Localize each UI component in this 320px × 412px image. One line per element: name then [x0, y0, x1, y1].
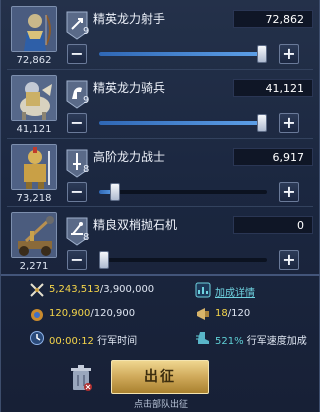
march-time-value: 00:00:12 [49, 336, 94, 347]
chart-bonus-icon [195, 282, 211, 298]
bonus-details-link[interactable]: 加成详情 [215, 284, 255, 299]
power-max: /3,900,000 [99, 284, 155, 295]
quantity-input[interactable]: 72,862 [233, 10, 313, 28]
march-stats: 5,243,513/3,900,000 加成详情 120,900/120,900… [1, 278, 320, 360]
speed-bonus-label: 行军速度加成 [246, 336, 307, 347]
quantity-input[interactable]: 6,917 [233, 148, 313, 166]
boot-speed-icon [195, 330, 211, 346]
cavalry-portrait-icon[interactable] [11, 75, 57, 121]
queue-max: /120 [227, 308, 251, 319]
divider [7, 138, 313, 139]
slider-fill [99, 121, 267, 125]
quantity-slider[interactable] [99, 45, 267, 63]
clock-icon [29, 330, 45, 346]
increase-button[interactable]: + [279, 44, 299, 64]
troop-count: 41,121 [16, 124, 52, 135]
quantity-input[interactable]: 0 [233, 216, 313, 234]
catapult-portrait-icon[interactable] [11, 212, 57, 258]
slider-handle[interactable] [257, 45, 267, 63]
divider [7, 69, 313, 70]
load-max: /120,900 [90, 308, 136, 319]
troop-name: 精英龙力射手 [93, 12, 166, 26]
horn-icon [195, 306, 211, 322]
footer-divider [1, 274, 320, 276]
decrease-button[interactable]: − [67, 113, 87, 133]
increase-button[interactable]: + [279, 182, 299, 202]
tier-level: 9 [83, 26, 90, 37]
troop-row: 41,121 9 精英龙力骑兵 41,121 − + [1, 71, 320, 137]
march-hint: 点击部队出征 [133, 400, 188, 410]
load-value: 120,900 [49, 308, 91, 319]
tier-level: 8 [83, 232, 90, 243]
warrior-portrait-icon[interactable] [11, 144, 57, 190]
slider-fill [99, 52, 267, 56]
archer-portrait-icon[interactable] [11, 6, 57, 52]
decrease-button[interactable]: − [67, 182, 87, 202]
slider-handle[interactable] [109, 183, 120, 201]
quantity-input[interactable]: 41,121 [233, 79, 313, 97]
troop-name: 精良双梢抛石机 [93, 218, 178, 232]
troop-count: 2,271 [19, 261, 49, 272]
march-button[interactable]: 出征 [111, 360, 209, 394]
march-time-label: 行军时间 [97, 336, 138, 347]
decrease-button[interactable]: − [67, 44, 87, 64]
troop-row: 2,271 8 精良双梢抛石机 0 − + [1, 208, 320, 274]
troop-name: 精英龙力骑兵 [93, 81, 166, 95]
slider-handle[interactable] [99, 251, 109, 269]
resource-bag-icon [29, 306, 45, 322]
tier-level: 8 [83, 164, 90, 175]
power-value: 5,243,513 [49, 284, 100, 295]
speed-bonus-value: 521% [215, 336, 244, 347]
troop-count: 72,862 [16, 55, 52, 66]
increase-button[interactable]: + [279, 250, 299, 270]
trash-icon[interactable] [69, 364, 93, 392]
divider [7, 206, 313, 207]
march-panel: 72,862 9 精英龙力射手 72,862 − + 41,121 9 精英龙力… [0, 0, 320, 412]
decrease-button[interactable]: − [67, 250, 87, 270]
increase-button[interactable]: + [279, 113, 299, 133]
queue-value: 18 [215, 308, 228, 319]
troop-count: 73,218 [16, 193, 52, 204]
quantity-slider[interactable] [99, 183, 267, 201]
tier-level: 9 [83, 95, 90, 106]
quantity-slider[interactable] [99, 251, 267, 269]
troop-row: 73,218 8 高阶龙力战士 6,917 − + [1, 140, 320, 206]
crossed-swords-icon [29, 282, 45, 298]
troop-row: 72,862 9 精英龙力射手 72,862 − + [1, 2, 320, 68]
slider-handle[interactable] [257, 114, 267, 132]
quantity-slider[interactable] [99, 114, 267, 132]
troop-name: 高阶龙力战士 [93, 150, 166, 164]
